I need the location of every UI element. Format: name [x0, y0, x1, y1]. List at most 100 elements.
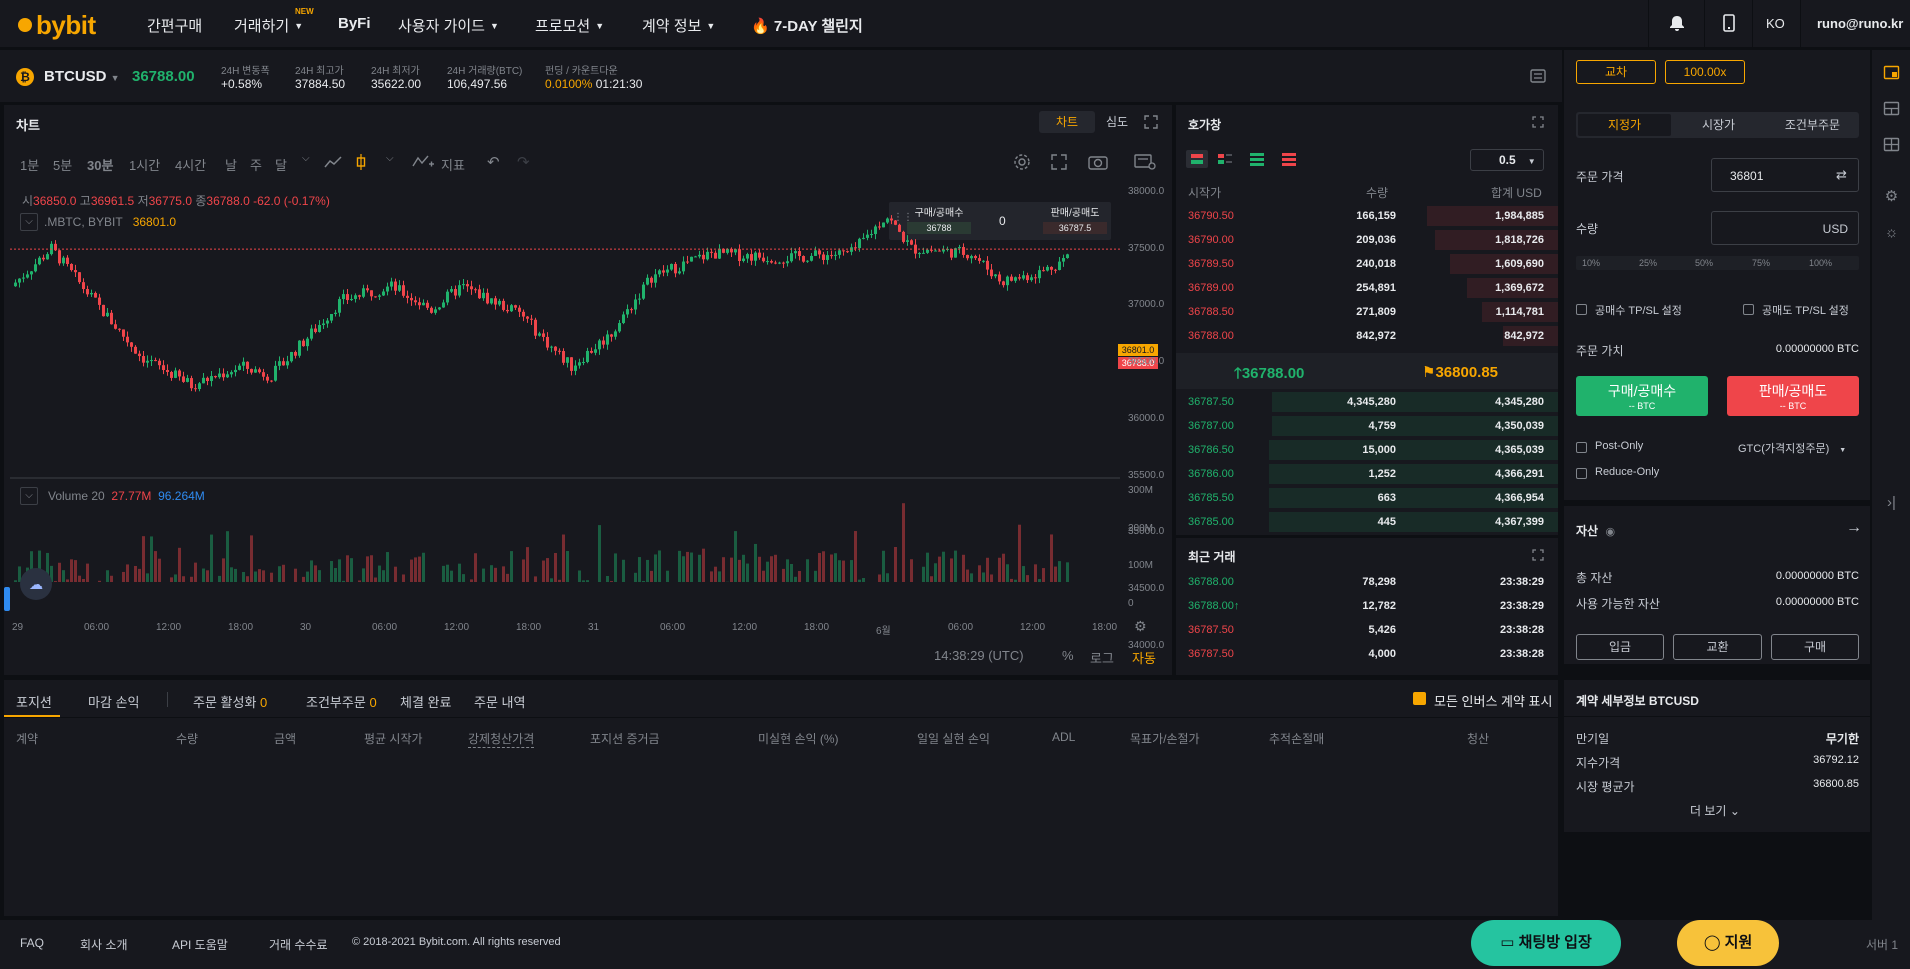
arrow-right-icon[interactable]: → [1846, 519, 1862, 537]
orderbook-view-bids-icon[interactable] [1248, 150, 1266, 168]
nav-byfi[interactable]: ByFi [338, 15, 371, 32]
auto-scale-toggle[interactable]: 자동 [1132, 648, 1156, 667]
mobile-app-icon[interactable] [1722, 14, 1736, 32]
nav-quick-buy[interactable]: 간편구매 [147, 15, 202, 36]
interval-1m[interactable]: 1분 [20, 155, 39, 174]
chevron-down-icon[interactable]: ⌵ [386, 153, 394, 164]
settings-gear-icon[interactable] [1013, 153, 1031, 171]
ask-row[interactable]: 36788.00 842,972 842,972 [1176, 324, 1558, 348]
indicator-label[interactable]: 지표 [441, 155, 465, 174]
camera-icon[interactable] [1088, 154, 1108, 170]
price-sync-icon[interactable]: ⇄ [1836, 167, 1847, 183]
layout-single-icon[interactable] [1883, 64, 1900, 81]
ask-row[interactable]: 36790.50 166,159 1,984,885 [1176, 204, 1558, 228]
redo-icon[interactable]: ↷ [517, 153, 530, 171]
pct-25[interactable]: 25% [1639, 258, 1657, 268]
indicator-icon[interactable] [412, 153, 434, 169]
interval-day[interactable]: 날 [225, 155, 237, 174]
expand-icon[interactable] [1051, 154, 1067, 170]
symbol-selector[interactable]: BTCUSD ▼ [44, 68, 120, 85]
fullscreen-icon[interactable] [1532, 549, 1544, 561]
bid-row[interactable]: 36787.00 4,759 4,350,039 [1176, 414, 1558, 438]
footer-faq-link[interactable]: FAQ [20, 936, 44, 950]
ask-row[interactable]: 36789.50 240,018 1,609,690 [1176, 252, 1558, 276]
footer-fees-link[interactable]: 거래 수수료 [269, 936, 328, 953]
support-button[interactable]: ◯ 지원 [1677, 920, 1779, 966]
tab-active-orders[interactable]: 주문 활성화 0 [193, 692, 267, 711]
interval-4h[interactable]: 4시간 [175, 155, 206, 174]
bid-row[interactable]: 36786.00 1,252 4,366,291 [1176, 462, 1558, 486]
deposit-button[interactable]: 입금 [1576, 634, 1664, 660]
ask-row[interactable]: 36788.50 271,809 1,114,781 [1176, 300, 1558, 324]
ask-row[interactable]: 36789.00 254,891 1,369,672 [1176, 276, 1558, 300]
line-chart-icon[interactable] [324, 155, 342, 169]
user-account[interactable]: runo@runo.kr [1817, 16, 1903, 31]
nav-promotion[interactable]: 프로모션 ▼ [535, 15, 604, 36]
tpsl-buy-checkbox[interactable] [1576, 304, 1587, 315]
tradingview-logo-icon[interactable]: ☁ [20, 568, 52, 600]
footer-api-link[interactable]: API 도움말 [172, 936, 228, 953]
pct-50[interactable]: 50% [1695, 258, 1713, 268]
interval-month[interactable]: 달 [275, 155, 287, 174]
tab-positions[interactable]: 포지션 [16, 692, 52, 711]
buy-long-button[interactable]: 구매/공매수 -- BTC [1576, 376, 1708, 416]
fullscreen-icon[interactable] [1144, 115, 1158, 129]
leverage-button[interactable]: 100.00x [1665, 60, 1745, 84]
axis-settings-gear-icon[interactable]: ⚙ [1134, 618, 1147, 635]
orderbook-view-both-icon[interactable] [1186, 150, 1208, 168]
tab-limit[interactable]: 지정가 [1578, 114, 1671, 136]
bybit-logo[interactable]: bybit [18, 10, 96, 41]
post-only-checkbox[interactable] [1576, 442, 1587, 453]
tab-closed-pnl[interactable]: 마감 손익 [88, 692, 139, 711]
show-all-checkbox[interactable] [1413, 692, 1426, 705]
sell-short-button[interactable]: 판매/공매도 -- BTC [1727, 376, 1859, 416]
collapse-sidebar-icon[interactable]: ›| [1883, 494, 1900, 511]
interval-30m[interactable]: 30분 [87, 155, 113, 174]
qty-input[interactable]: USD [1711, 211, 1859, 245]
undo-icon[interactable]: ↶ [487, 153, 500, 171]
ask-row[interactable]: 36790.00 209,036 1,818,726 [1176, 228, 1558, 252]
language-selector[interactable]: KO [1766, 16, 1785, 31]
collapse-volume-chevron-icon[interactable]: ⌵ [20, 487, 38, 505]
tab-order-history[interactable]: 주문 내역 [474, 692, 525, 711]
tab-conditional-orders[interactable]: 조건부주문 0 [306, 692, 377, 711]
nav-trade[interactable]: 거래하기 ▼ [234, 15, 303, 36]
nav-user-guide[interactable]: 사용자 가이드 ▼ [398, 15, 499, 36]
time-in-force-select[interactable]: GTC(가격지정주문) ▼ [1738, 440, 1846, 456]
tab-depth[interactable]: 심도 [1099, 111, 1135, 133]
tab-filled[interactable]: 체결 완료 [400, 692, 451, 711]
margin-mode-button[interactable]: 교차 [1576, 60, 1656, 84]
chevron-down-icon[interactable]: ⌵ [302, 153, 310, 164]
tab-chart[interactable]: 차트 [1039, 111, 1095, 133]
pane-resize-handle[interactable] [4, 587, 10, 611]
chat-room-button[interactable]: ▭ 채팅방 입장 [1471, 920, 1621, 966]
orderbook-view-asks-icon[interactable] [1280, 150, 1298, 168]
show-more-link[interactable]: 더 보기 ⌄ [1690, 802, 1740, 819]
fullscreen-icon[interactable] [1532, 116, 1544, 128]
nav-contract-info[interactable]: 계약 정보 ▼ [642, 15, 715, 36]
interval-1h[interactable]: 1시간 [129, 155, 160, 174]
precision-select[interactable]: 0.5 ▼ [1470, 149, 1544, 171]
layout-grid-icon[interactable] [1883, 100, 1900, 117]
layout-settings-icon[interactable] [1530, 68, 1546, 84]
log-scale-toggle[interactable]: 로그 [1090, 648, 1114, 667]
bid-row[interactable]: 36786.50 15,000 4,365,039 [1176, 438, 1558, 462]
interval-week[interactable]: 주 [250, 155, 262, 174]
bell-icon[interactable] [1668, 14, 1686, 32]
bid-row[interactable]: 36785.00 445 4,367,399 [1176, 510, 1558, 534]
exchange-button[interactable]: 교환 [1673, 634, 1762, 660]
tab-conditional[interactable]: 조건부주문 [1766, 114, 1859, 136]
theme-sun-icon[interactable]: ☼ [1883, 224, 1900, 241]
price-input[interactable]: 36801 ⇄ [1711, 158, 1859, 192]
footer-about-link[interactable]: 회사 소개 [80, 936, 128, 953]
candlestick-icon[interactable] [354, 153, 368, 171]
bid-row[interactable]: 36785.50 663 4,366,954 [1176, 486, 1558, 510]
bid-row[interactable]: 36787.50 4,345,280 4,345,280 [1176, 390, 1558, 414]
pct-100[interactable]: 100% [1809, 258, 1832, 268]
eye-icon[interactable]: ◉ [1605, 526, 1615, 538]
pct-10[interactable]: 10% [1582, 258, 1600, 268]
pct-75[interactable]: 75% [1752, 258, 1770, 268]
nav-7day-challenge[interactable]: 🔥 7-DAY 챌린지 [751, 15, 863, 36]
percent-scale-toggle[interactable]: % [1062, 648, 1074, 663]
layout-quad-icon[interactable] [1883, 136, 1900, 153]
